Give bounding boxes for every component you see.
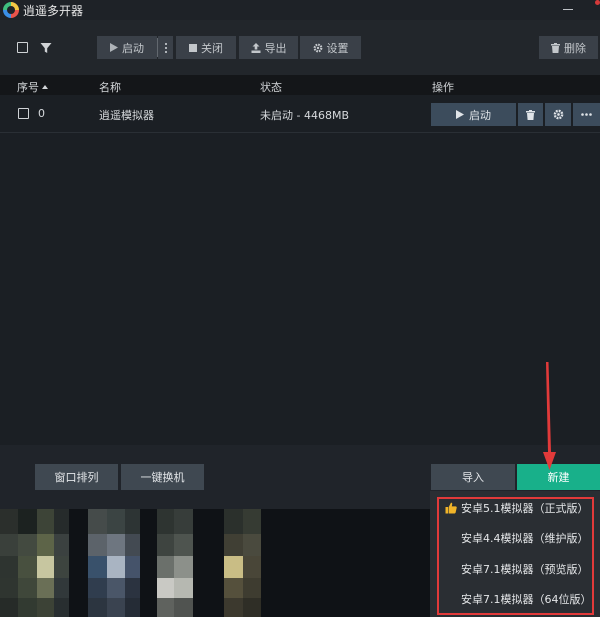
- row-start-button[interactable]: 启动: [431, 103, 516, 126]
- toolbar: 启动 关闭 导出 设置 删除: [0, 20, 600, 75]
- table-row[interactable]: 0 逍遥模拟器 未启动 - 4468MB 启动: [0, 95, 600, 133]
- app-logo-icon: [3, 2, 19, 18]
- close-button-label: 关闭: [201, 41, 223, 55]
- export-button[interactable]: 导出: [239, 36, 298, 59]
- instance-list: 0 逍遥模拟器 未启动 - 4468MB 启动: [0, 95, 600, 445]
- import-button[interactable]: 导入: [431, 464, 515, 490]
- gear-icon: [553, 109, 563, 120]
- menu-item-android-5-1[interactable]: 安卓5.1模拟器（正式版）: [437, 494, 594, 522]
- window-title: 逍遥多开器: [23, 3, 84, 18]
- menu-item-label: 安卓5.1模拟器（正式版）: [461, 502, 589, 515]
- delete-button[interactable]: 删除: [539, 36, 598, 59]
- row-more-button[interactable]: [573, 103, 600, 126]
- start-button[interactable]: 启动: [97, 36, 157, 59]
- select-all-checkbox[interactable]: [17, 42, 28, 53]
- stop-icon: [189, 43, 197, 52]
- new-button[interactable]: 新建: [517, 464, 600, 490]
- gear-icon: [313, 43, 322, 52]
- column-status-header: 状态: [260, 81, 282, 94]
- menu-item-label: 安卓7.1模拟器（64位版）: [461, 593, 592, 606]
- row-delete-button[interactable]: [518, 103, 543, 126]
- notification-dot-icon: [595, 0, 600, 5]
- trash-icon: [551, 42, 560, 53]
- menu-item-label: 安卓4.4模拟器（维护版）: [461, 532, 589, 545]
- one-click-switch-button[interactable]: 一键换机: [121, 464, 204, 490]
- settings-button-label: 设置: [326, 41, 349, 55]
- column-name-header: 名称: [99, 81, 121, 94]
- filter-icon[interactable]: [40, 42, 52, 54]
- export-icon: [251, 42, 260, 53]
- menu-item-android-7-1-64bit[interactable]: 安卓7.1模拟器（64位版）: [437, 585, 594, 613]
- row-status: 未启动 - 4468MB: [260, 109, 349, 122]
- row-index: 0: [38, 107, 45, 120]
- row-checkbox[interactable]: [18, 108, 29, 119]
- pixelated-background: [0, 509, 430, 617]
- row-name: 逍遥模拟器: [99, 109, 154, 122]
- play-icon: [110, 43, 118, 52]
- delete-button-label: 删除: [564, 41, 586, 55]
- arrange-windows-button[interactable]: 窗口排列: [35, 464, 118, 490]
- table-header: 序号 名称 状态 操作: [0, 75, 600, 95]
- menu-item-android-4-4[interactable]: 安卓4.4模拟器（维护版）: [437, 524, 594, 552]
- play-icon: [456, 110, 464, 119]
- settings-button[interactable]: 设置: [300, 36, 361, 59]
- close-button[interactable]: 关闭: [176, 36, 236, 59]
- sort-up-icon: [42, 85, 48, 89]
- row-settings-button[interactable]: [545, 103, 571, 126]
- menu-item-android-7-1-preview[interactable]: 安卓7.1模拟器（预览版）: [437, 555, 594, 583]
- trash-icon: [526, 109, 535, 120]
- minimize-icon[interactable]: [560, 1, 576, 17]
- row-start-label: 启动: [469, 108, 491, 122]
- column-index-header[interactable]: 序号: [17, 79, 48, 95]
- title-bar: 逍遥多开器: [0, 0, 600, 20]
- menu-item-label: 安卓7.1模拟器（预览版）: [461, 563, 589, 576]
- column-actions-header: 操作: [432, 81, 454, 94]
- thumbs-up-icon: [445, 502, 457, 514]
- more-horizontal-icon: [581, 113, 592, 116]
- export-button-label: 导出: [264, 41, 287, 55]
- more-vertical-icon[interactable]: [158, 36, 173, 59]
- start-button-label: 启动: [122, 41, 144, 55]
